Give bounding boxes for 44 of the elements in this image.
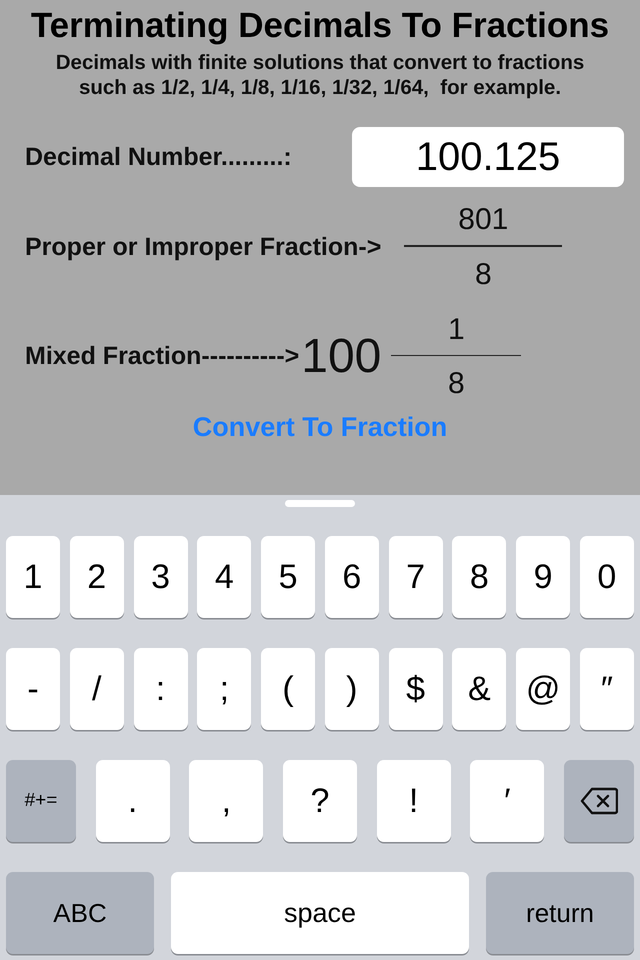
keyboard-key[interactable]: 0 xyxy=(580,536,634,618)
keyboard-key[interactable]: 2 xyxy=(70,536,124,618)
keyboard-key[interactable]: ABC xyxy=(6,872,154,954)
keyboard-key[interactable]: @ xyxy=(516,648,570,730)
subtitle-line: Decimals with finite solutions that convert to fractions xyxy=(56,50,584,75)
keyboard-key[interactable]: 3 xyxy=(134,536,188,618)
mixed-fraction-label: Mixed Fraction----------> xyxy=(25,342,300,372)
backspace-key[interactable] xyxy=(564,760,634,842)
keyboard-key[interactable]: 7 xyxy=(388,536,443,618)
keyboard-key[interactable]: 5 xyxy=(261,536,316,618)
keyboard-key[interactable]: ″ xyxy=(580,648,634,730)
keyboard-key[interactable]: ( xyxy=(261,648,316,730)
keyboard-key[interactable]: , xyxy=(189,760,264,842)
keyboard-key[interactable]: / xyxy=(70,648,124,730)
keyboard-key[interactable]: - xyxy=(6,648,60,730)
keyboard-key[interactable]: ′ xyxy=(470,760,544,842)
keyboard-key[interactable]: 9 xyxy=(516,536,570,618)
improper-fraction-label: Proper or Improper Fraction-> xyxy=(25,232,382,262)
keyboard-key[interactable]: return xyxy=(486,872,634,954)
keyboard-key[interactable]: & xyxy=(452,648,506,730)
subtitle-line: such as 1/2, 1/4, 1/8, 1/16, 1/32, 1/64, for example. xyxy=(78,75,562,100)
backspace-icon xyxy=(580,787,618,815)
keyboard-key[interactable]: space xyxy=(171,872,469,954)
keyboard-key[interactable]: 4 xyxy=(197,536,252,618)
keyboard-key[interactable]: ) xyxy=(324,648,379,730)
keyboard-key[interactable]: ? xyxy=(282,760,357,842)
keyboard-key[interactable]: . xyxy=(96,760,170,842)
keyboard-key[interactable]: ; xyxy=(197,648,252,730)
numerator: 1 xyxy=(448,312,465,348)
keyboard-key[interactable]: 8 xyxy=(452,536,506,618)
keyboard-key[interactable]: 1 xyxy=(6,536,60,618)
denominator: 8 xyxy=(474,256,492,292)
keyboard-key[interactable]: : xyxy=(134,648,188,730)
keyboard-key[interactable]: #+= xyxy=(6,760,76,842)
whole-number: 100 xyxy=(301,329,382,384)
keyboard-key[interactable]: ! xyxy=(376,760,451,842)
keyboard-key[interactable]: $ xyxy=(388,648,443,730)
decimal-input-field[interactable]: 100.125 xyxy=(352,127,624,187)
keyboard-handle[interactable] xyxy=(285,500,355,507)
denominator: 8 xyxy=(448,366,465,402)
decimal-label: Decimal Number.........: xyxy=(25,142,292,172)
keyboard-key[interactable]: 6 xyxy=(324,536,379,618)
title: Terminating Decimals To Fractions xyxy=(30,5,610,47)
numerator: 801 xyxy=(458,202,508,238)
